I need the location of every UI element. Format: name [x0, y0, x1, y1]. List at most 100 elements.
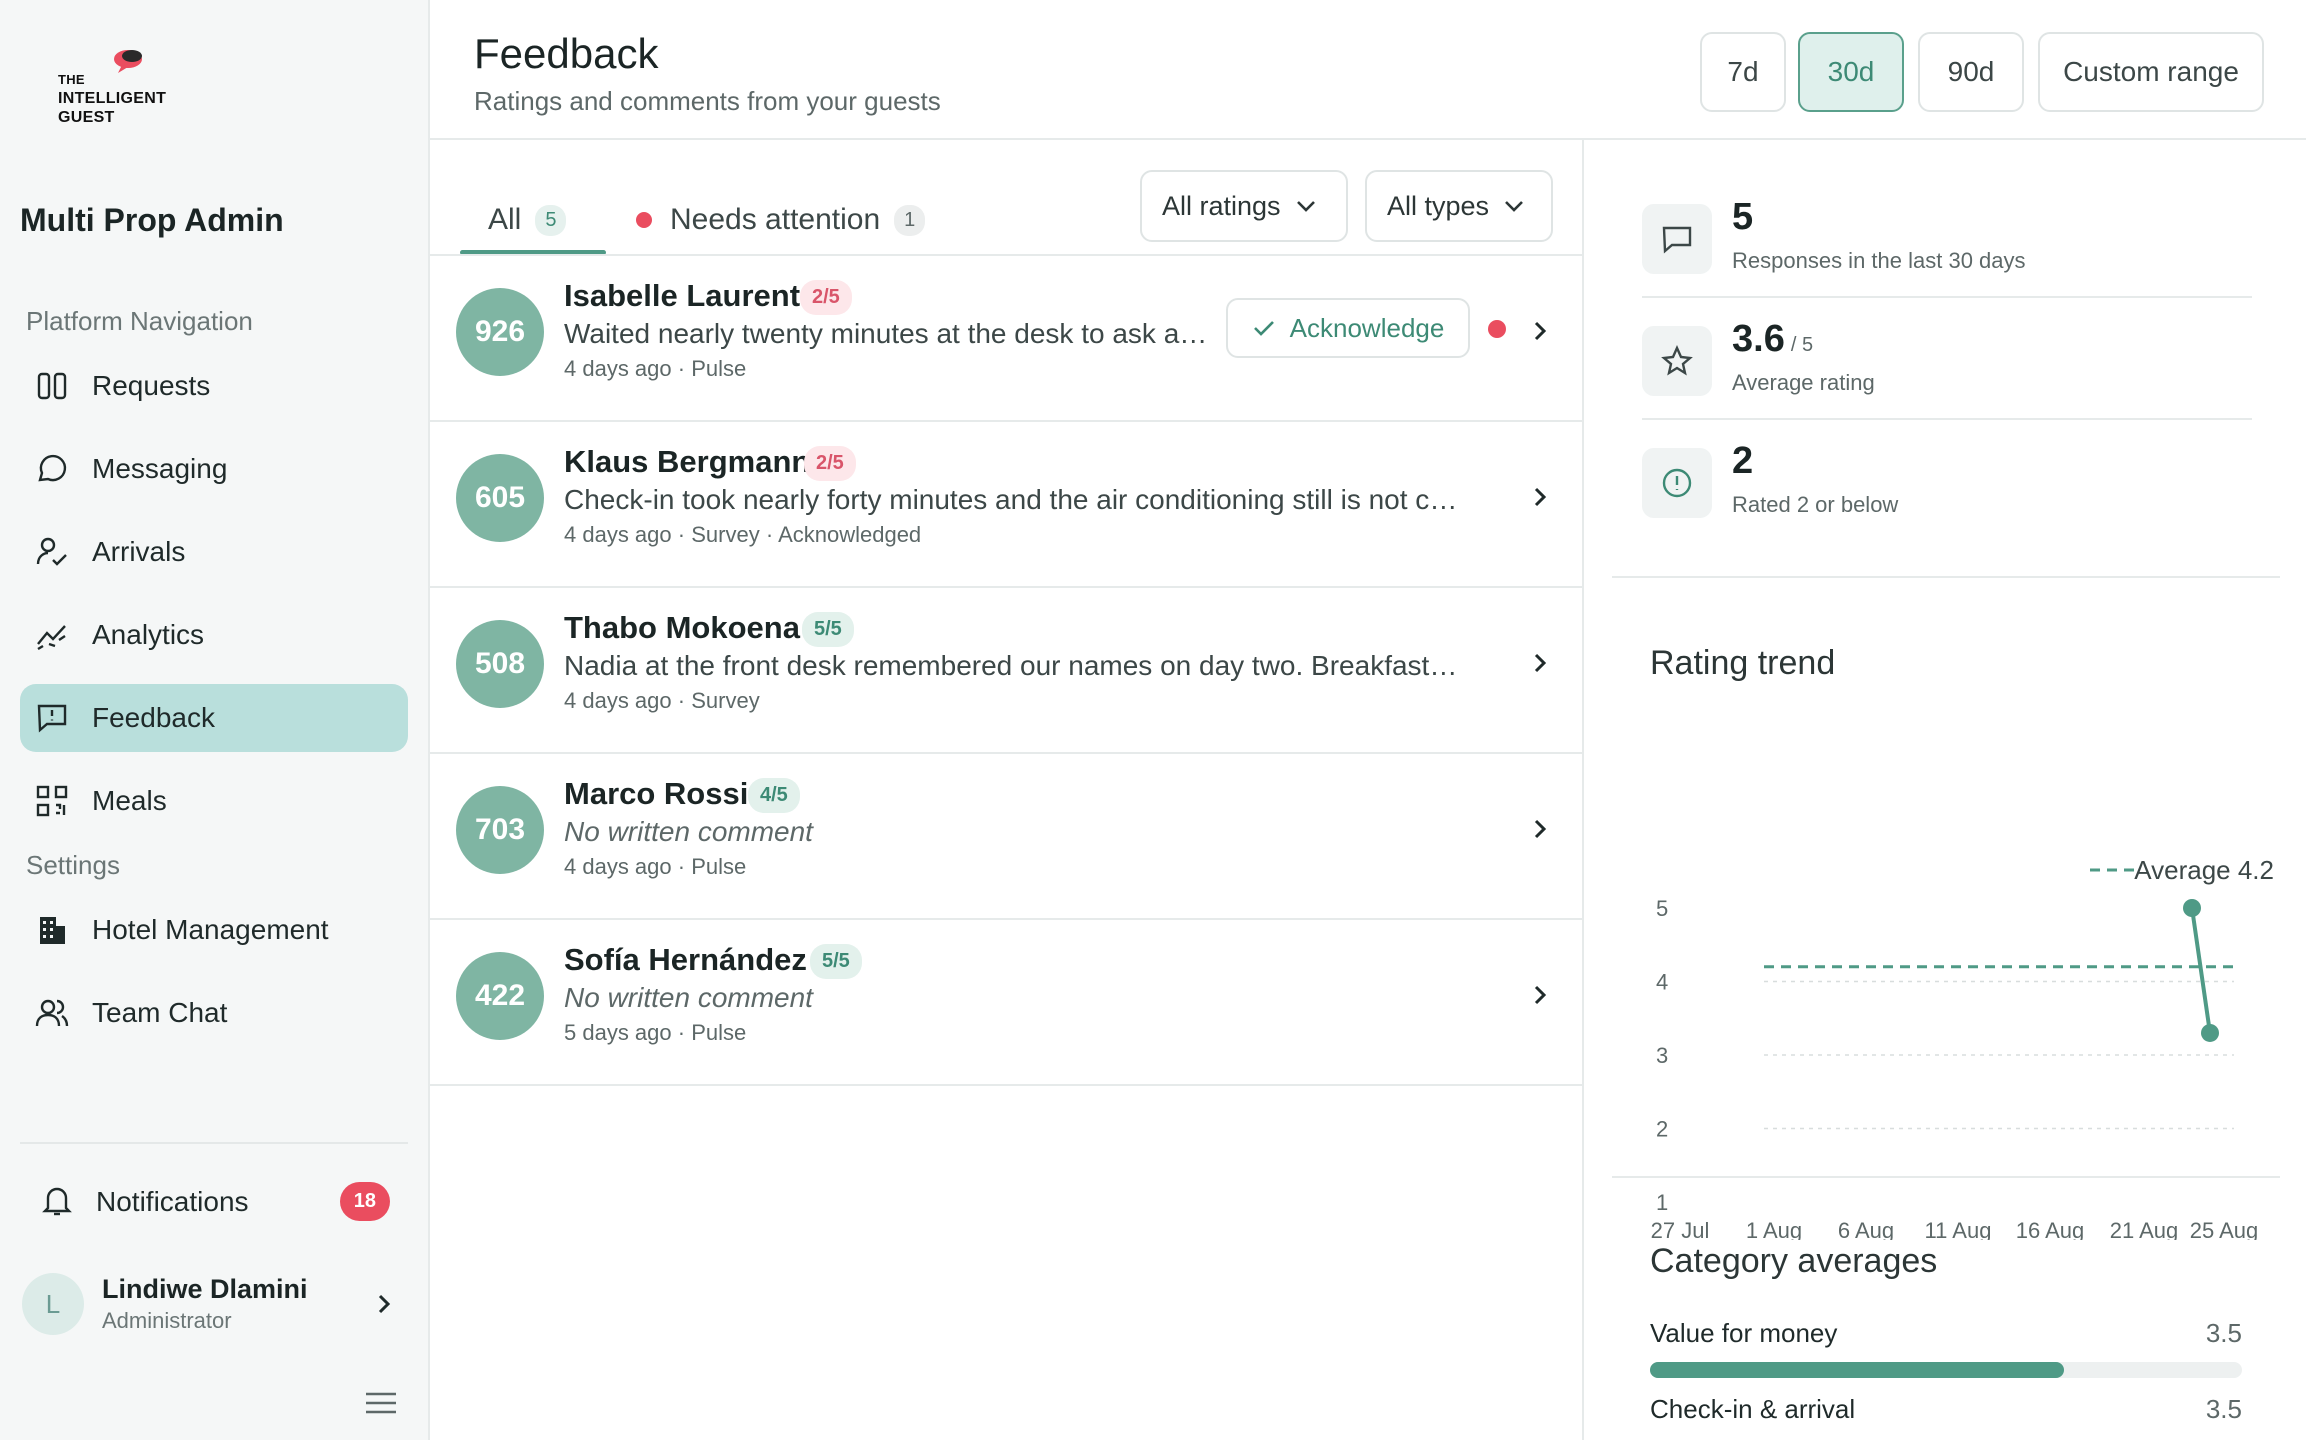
sidebar-item-messaging[interactable]: Messaging — [20, 435, 408, 503]
feedback-time: 4 days ago — [564, 688, 672, 713]
feedback-time: 5 days ago — [564, 1020, 672, 1045]
user-profile[interactable]: L Lindiwe Dlamini Administrator — [22, 1272, 408, 1336]
meta-separator: · — [677, 522, 686, 547]
meta-separator: · — [677, 1020, 686, 1045]
sidebar-item-arrivals[interactable]: Arrivals — [20, 518, 408, 586]
feedback-meta: 4 days ago · Pulse — [564, 854, 746, 880]
sidebar-item-label: Arrivals — [92, 536, 186, 567]
feedback-meta: 4 days ago · Survey — [564, 688, 760, 714]
guest-name: Sofía Hernández — [564, 942, 807, 977]
stat-value: 3.6/ 5 — [1732, 318, 1814, 360]
chevron-down-icon — [1296, 201, 1315, 212]
person-check-icon — [34, 534, 70, 570]
range-30d-button[interactable]: 30d — [1798, 32, 1904, 112]
room-badge: 703 — [456, 786, 544, 874]
avatar: L — [22, 1273, 84, 1335]
menu-icon[interactable] — [364, 1390, 398, 1416]
tab-all-label: All — [488, 203, 522, 236]
stat-label: Responses in the last 30 days — [1732, 248, 2026, 273]
category-averages-title: Category averages — [1650, 1242, 1938, 1280]
room-badge: 422 — [456, 952, 544, 1040]
feedback-source: Survey — [691, 688, 760, 713]
guest-name: Marco Rossi — [564, 776, 749, 811]
guest-name: Thabo Mokoena — [564, 610, 800, 645]
rating-pill: 2/5 — [800, 280, 852, 315]
feedback-time: 4 days ago — [564, 854, 672, 879]
feedback-comment: No written comment — [564, 982, 813, 1013]
chevron-right-icon[interactable] — [1530, 650, 1550, 676]
feedback-row[interactable]: 926 Isabelle Laurent 2/5 Waited nearly t… — [430, 256, 1584, 422]
feedback-row[interactable]: 703 Marco Rossi 4/5 No written comment 4… — [430, 754, 1584, 920]
message-square-icon — [1642, 204, 1712, 274]
category-label: Check-in & arrival — [1650, 1394, 1856, 1424]
sidebar-item-label: Team Chat — [92, 997, 228, 1028]
meta-separator: · — [677, 356, 686, 381]
x-tick-label: 6 Aug — [1838, 1218, 1894, 1240]
sidebar-item-label: Messaging — [92, 453, 228, 484]
sidebar-item-label: Meals — [92, 785, 167, 816]
legend-label: Average 4.2 — [2134, 855, 2274, 885]
sidebar-item-meals[interactable]: Meals — [20, 767, 408, 835]
chat-bubble-icon — [34, 451, 70, 487]
sidebar-item-label: Analytics — [92, 619, 205, 650]
sidebar-item-hotel-management[interactable]: Hotel Management — [20, 896, 408, 964]
sidebar-divider — [20, 1142, 408, 1144]
tab-all[interactable]: All 5 — [488, 188, 567, 252]
y-tick-label: 3 — [1656, 1043, 1668, 1068]
logo[interactable]: THE INTELLIGENT GUEST — [56, 48, 196, 128]
range-custom-button[interactable]: Custom range — [2038, 32, 2264, 112]
feedback-row[interactable]: 605 Klaus Bergmann 2/5 Check-in took nea… — [430, 422, 1584, 588]
tab-needs-attention-label: Needs attention — [670, 203, 881, 236]
rating-trend-chart: 5 4 3 2 1 27 Jul 1 Aug 6 Aug 11 Aug 16 Aug 21 Aug 2… — [1651, 855, 2274, 1240]
acknowledge-button[interactable]: Acknowledge — [1226, 298, 1470, 358]
types-filter-dropdown[interactable]: All types — [1365, 170, 1553, 242]
section-label-settings: Settings — [26, 850, 120, 880]
unread-dot-icon — [1488, 320, 1506, 338]
stat-label: Average rating — [1732, 370, 1875, 395]
sidebar-item-label: Requests — [92, 370, 211, 401]
sidebar-item-label: Feedback — [92, 702, 215, 733]
range-7d-button[interactable]: 7d — [1700, 32, 1786, 112]
chevron-right-icon[interactable] — [1530, 318, 1550, 344]
y-tick-label: 2 — [1656, 1117, 1668, 1142]
category-bar-fill — [1650, 1362, 2065, 1378]
stat-average-rating: 3.6/ 5 Average rating — [1642, 312, 2252, 434]
user-role: Administrator — [102, 1308, 232, 1333]
insights-panel: 5 Responses in the last 30 days 3.6/ 5 A… — [1584, 140, 2306, 1440]
sidebar-item-feedback[interactable]: Feedback — [20, 684, 408, 752]
category-label: Value for money — [1650, 1318, 1838, 1348]
sidebar-item-analytics[interactable]: Analytics — [20, 601, 408, 669]
feedback-row[interactable]: 508 Thabo Mokoena 5/5 Nadia at the front… — [430, 588, 1584, 754]
meta-separator: · — [677, 854, 686, 879]
columns-icon — [34, 368, 70, 404]
chevron-right-icon[interactable] — [1530, 816, 1550, 842]
user-name: Lindiwe Dlamini — [102, 1274, 308, 1304]
notifications-button[interactable]: Notifications 18 — [20, 1168, 408, 1236]
org-name[interactable]: Multi Prop Admin — [20, 202, 284, 239]
feedback-row[interactable]: 422 Sofía Hernández 5/5 No written comme… — [430, 920, 1584, 1086]
sidebar-item-team-chat[interactable]: Team Chat — [20, 979, 408, 1047]
x-tick-label: 11 Aug — [1925, 1218, 1992, 1240]
chevron-right-icon[interactable] — [1530, 484, 1550, 510]
category-value: 3.5 — [2205, 1394, 2242, 1424]
section-divider — [1612, 576, 2280, 578]
rating-pill: 4/5 — [748, 778, 800, 813]
chevron-right-icon[interactable] — [1530, 982, 1550, 1008]
guest-name: Klaus Bergmann — [564, 444, 811, 479]
range-90d-button[interactable]: 90d — [1918, 32, 2024, 112]
rating-pill: 5/5 — [810, 944, 862, 979]
room-badge: 508 — [456, 620, 544, 708]
rating-pill: 2/5 — [804, 446, 856, 481]
sidebar-item-requests[interactable]: Requests — [20, 352, 408, 420]
meta-separator: · — [677, 688, 686, 713]
feedback-source: Pulse — [691, 854, 747, 879]
stat-low-ratings: 2 Rated 2 or below — [1642, 434, 2252, 556]
feedback-icon — [34, 700, 70, 736]
stat-responses: 5 Responses in the last 30 days — [1642, 190, 2252, 312]
feedback-status: Acknowledged — [778, 522, 922, 547]
ratings-filter-dropdown[interactable]: All ratings — [1140, 170, 1348, 242]
alert-circle-icon — [1642, 448, 1712, 518]
check-icon — [1253, 321, 1274, 336]
tab-needs-attention[interactable]: Needs attention 1 — [636, 188, 926, 252]
feedback-meta: 5 days ago · Pulse — [564, 1020, 746, 1046]
